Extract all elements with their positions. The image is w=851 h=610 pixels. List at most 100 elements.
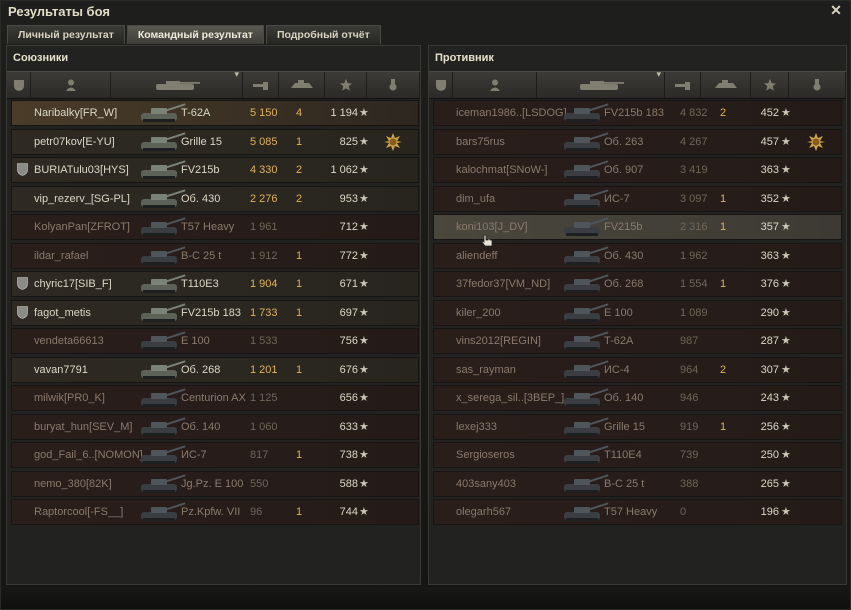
- tank-icon: [141, 217, 186, 236]
- enemy-player-row[interactable]: vins2012[REGIN] T-62A 987 287 ★: [433, 328, 842, 354]
- xp-star-icon: ★: [781, 135, 791, 148]
- tab-team-result[interactable]: Командный результат: [126, 25, 264, 44]
- kills-icon: [714, 80, 737, 88]
- battle-results-window: Результаты боя ✕ Личный результат Команд…: [0, 0, 851, 610]
- xp-star-icon: ★: [359, 392, 369, 404]
- player-name: milwik[PR0_K]: [34, 392, 105, 404]
- medal-badge[interactable]: [384, 132, 402, 151]
- enemy-player-row[interactable]: Sergioseros T110E4 739 250 ★: [433, 442, 842, 468]
- kills-value: [720, 500, 730, 524]
- header-player[interactable]: [31, 72, 111, 98]
- kills-value: [720, 244, 730, 268]
- squad-icon: [13, 80, 24, 91]
- damage-value: 2 276: [250, 192, 278, 205]
- enemy-player-row[interactable]: 403sany403 B-C 25 t 388 265 ★: [433, 470, 842, 497]
- ally-player-row[interactable]: Raptorcool[-FS__] Pz.Kpfw. VII 96 1 744 ★: [11, 499, 419, 525]
- enemy-player-row[interactable]: lexej333 Grille 15 919 1 256 ★: [433, 413, 842, 440]
- enemies-list: iceman1986..[LSDOG] FV215b 183 4 832 2 452 ★ b…: [433, 100, 842, 528]
- medal-icon: [807, 132, 825, 151]
- xp-star-icon: ★: [359, 107, 369, 119]
- header-medal[interactable]: [367, 72, 420, 98]
- ally-player-row[interactable]: vavan7791 Об. 268 1 201 1 676 ★: [11, 356, 419, 383]
- enemy-player-row[interactable]: sas_rayman ИС-4 964 2 307 ★: [433, 356, 842, 383]
- enemy-player-row[interactable]: iceman1986..[LSDOG] FV215b 183 4 832 2 452 ★: [433, 100, 842, 126]
- ally-player-row[interactable]: BURIATulu03[HYS] FV215b 4 330 2 1 062 ★: [11, 157, 419, 183]
- player-name: olegarh567: [456, 506, 512, 518]
- xp-star-icon: ★: [781, 420, 791, 433]
- close-icon[interactable]: ✕: [828, 2, 844, 18]
- enemy-player-row[interactable]: aliendeff Об. 430 1 962 363 ★: [433, 242, 842, 269]
- xp-star-icon: ★: [359, 449, 369, 461]
- vehicle-name: T-62A: [181, 107, 211, 119]
- medal-badge[interactable]: [807, 132, 825, 151]
- ally-player-row[interactable]: vendeta66613 E 100 1 533 756 ★: [11, 328, 419, 354]
- ally-player-row[interactable]: nemo_380[82K] Jg.Pz. E 100 550 588 ★: [11, 470, 419, 497]
- enemy-player-row[interactable]: 37fedor37[VM_ND] Об. 268 1 554 1 376 ★: [433, 271, 842, 297]
- header-xp-star[interactable]: [325, 72, 367, 98]
- vehicle-image: [562, 102, 610, 124]
- header-damage[interactable]: [665, 72, 701, 98]
- xp-star-icon: ★: [781, 363, 791, 376]
- header-squad[interactable]: [7, 72, 31, 98]
- header-player[interactable]: [453, 72, 537, 98]
- ally-player-row[interactable]: vip_rezerv_[SG-PL] Об. 430 2 276 2 953 ★: [11, 185, 419, 212]
- enemy-player-row[interactable]: olegarh567 T57 Heavy 0 196 ★: [433, 499, 842, 525]
- vehicle-image: [139, 359, 187, 381]
- ally-player-row[interactable]: Naribalky[FR_W] T-62A 5 150 4 1 194 ★: [11, 100, 419, 126]
- ally-player-row[interactable]: ildar_rafael B-C 25 t 1 912 1 772 ★: [11, 242, 419, 269]
- medal-icon: [813, 79, 821, 91]
- vehicle-image: [139, 330, 187, 352]
- enemy-player-row[interactable]: koni103[J_DV] FV215b 2 316 1 357 ★: [433, 214, 842, 240]
- vehicle-name: B-C 25 t: [181, 249, 222, 262]
- tank-icon: [564, 359, 609, 379]
- xp-star-icon: ★: [359, 477, 369, 490]
- tab-detailed-report[interactable]: Подробный отчёт: [265, 25, 381, 44]
- header-damage[interactable]: [243, 72, 279, 98]
- enemy-player-row[interactable]: kiler_200 E 100 1 089 290 ★: [433, 299, 842, 326]
- ally-player-row[interactable]: chyric17[SIB_F] T110E3 1 904 1 671 ★: [11, 271, 419, 297]
- vehicle-name: T-62A: [604, 335, 634, 347]
- header-tank[interactable]: ▾: [111, 69, 243, 98]
- kills-value: [720, 301, 730, 325]
- squad-badge: [17, 163, 28, 176]
- vehicle-image: [562, 245, 610, 267]
- enemy-player-row[interactable]: kalochmat[SNoW-] Об. 907 3 419 363 ★: [433, 157, 842, 183]
- ally-player-row[interactable]: petr07kov[E-YU] Grille 15 5 085 1 825 ★: [11, 128, 419, 155]
- damage-value: 5 085: [250, 135, 278, 148]
- damage-value: 5 150: [250, 107, 278, 119]
- header-squad[interactable]: [429, 72, 453, 98]
- header-kills[interactable]: [279, 72, 325, 98]
- vehicle-image: [139, 102, 187, 124]
- player-name: kalochmat[SNoW-]: [456, 164, 548, 176]
- xp-star-icon: ★: [359, 249, 369, 262]
- tank-icon: [141, 416, 186, 436]
- kills-value: 1: [720, 420, 727, 433]
- vehicle-image: [139, 159, 187, 181]
- enemy-player-row[interactable]: bars75rus Об. 263 4 267 457 ★: [433, 128, 842, 155]
- kills-value: [720, 472, 730, 496]
- ally-player-row[interactable]: KolyanPan[ZFROT] T57 Heavy 1 961 712 ★: [11, 214, 419, 240]
- xp-value: 357: [760, 221, 779, 233]
- vehicle-name: FV215b 183: [604, 107, 664, 119]
- enemy-player-row[interactable]: dim_ufa ИС-7 3 097 1 352 ★: [433, 185, 842, 212]
- header-medal[interactable]: [789, 72, 846, 98]
- enemy-player-row[interactable]: x_serega_sil..[3BEP_] Об. 140 946 243 ★: [433, 385, 842, 411]
- ally-player-row[interactable]: milwik[PR0_K] Centurion AX 1 125 656 ★: [11, 385, 419, 411]
- xp-value: 307: [760, 363, 779, 376]
- damage-value: 1 201: [250, 363, 278, 376]
- ally-player-row[interactable]: fagot_metis FV215b 183 1 733 1 697 ★: [11, 299, 419, 326]
- vehicle-image: [139, 216, 187, 238]
- ally-player-row[interactable]: buryat_hun[SEV_M] Об. 140 1 060 633 ★: [11, 413, 419, 440]
- kills-value: [720, 329, 730, 353]
- vehicle-name: E 100: [604, 306, 633, 319]
- ally-player-row[interactable]: god_Fail_6..[NOMON] ИС-7 817 1 738 ★: [11, 442, 419, 468]
- player-icon: [65, 79, 76, 91]
- tank-icon: [141, 445, 186, 464]
- vehicle-image: [562, 188, 610, 210]
- player-name: chyric17[SIB_F]: [34, 278, 112, 290]
- header-tank[interactable]: ▾: [537, 69, 665, 98]
- tab-personal-result[interactable]: Личный результат: [7, 25, 125, 44]
- xp-value: 1 194: [330, 107, 358, 119]
- header-xp-star[interactable]: [751, 72, 789, 98]
- header-kills[interactable]: [701, 72, 751, 98]
